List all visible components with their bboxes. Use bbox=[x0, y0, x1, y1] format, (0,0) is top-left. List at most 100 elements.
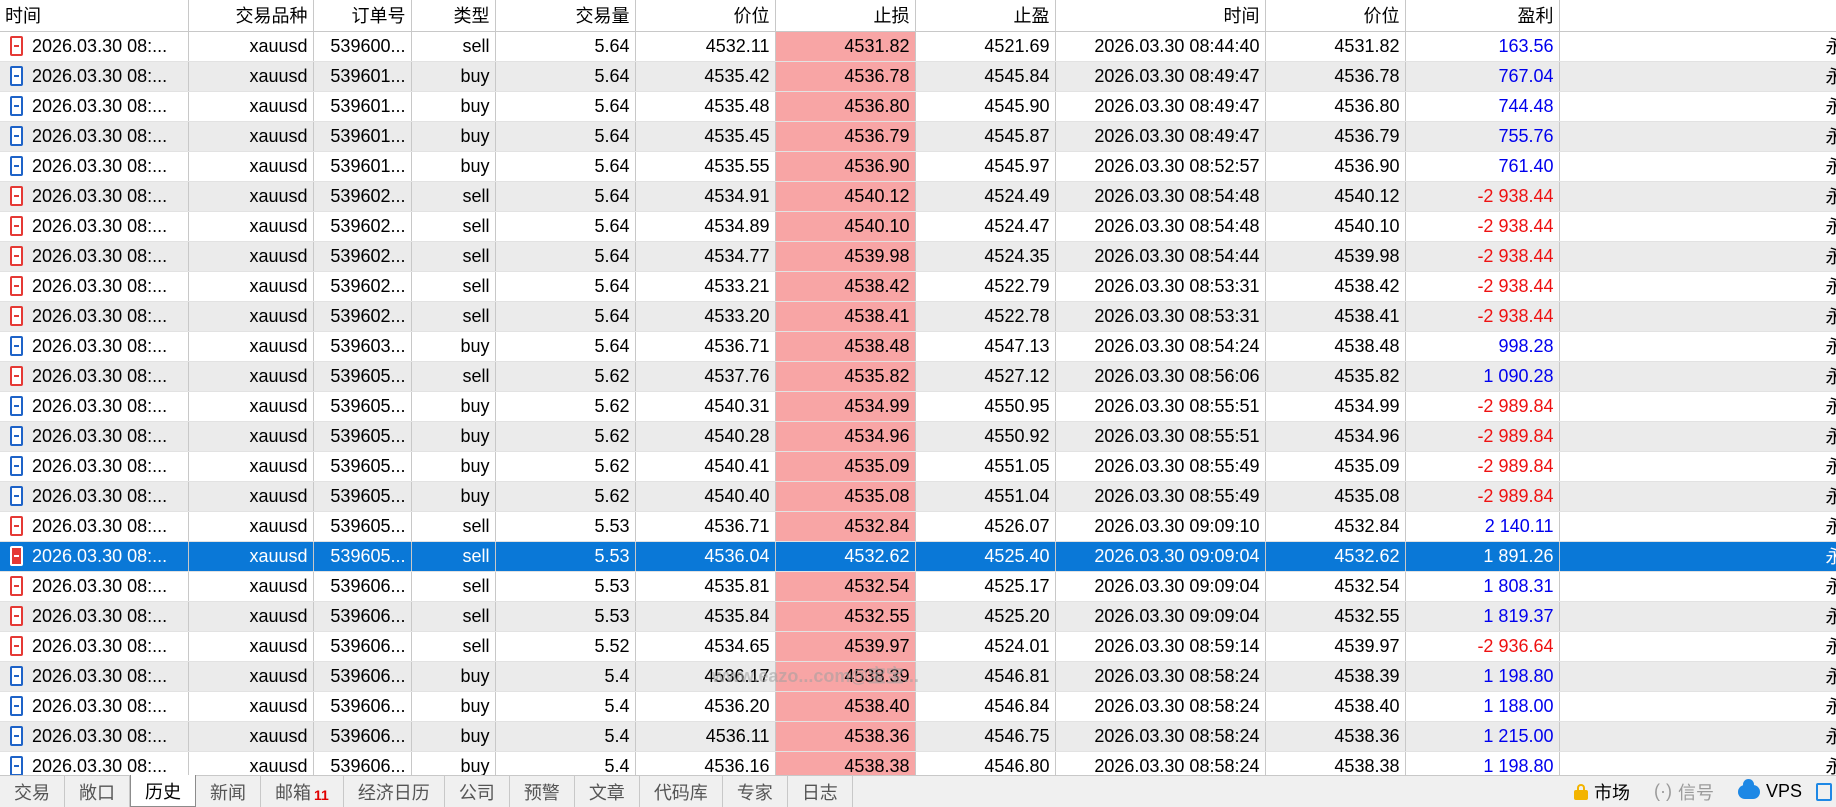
table-row[interactable]: 2026.03.30 08:... xauusd 539605... buy 5.62 4… bbox=[0, 391, 1836, 422]
symbol-text: xauusd bbox=[249, 635, 308, 656]
close-time-cell: 2026.03.30 09:09:04 bbox=[1055, 571, 1266, 602]
order-text: 539600... bbox=[330, 35, 406, 56]
close-time-text: 2026.03.30 08:49:47 bbox=[1094, 125, 1260, 146]
table-row[interactable]: 2026.03.30 08:... xauusd 539602... sell 5.64… bbox=[0, 271, 1836, 302]
table-row[interactable]: 2026.03.30 08:... xauusd 539602... sell 5.64… bbox=[0, 181, 1836, 212]
volume-cell: 5.53 bbox=[495, 511, 636, 542]
market-button[interactable]: 市场 bbox=[1564, 779, 1640, 805]
open-time-text: 2026.03.30 08:... bbox=[32, 395, 168, 416]
close-price-text: 4531.82 bbox=[1334, 35, 1400, 56]
col-header-close-price[interactable]: 价位 bbox=[1265, 0, 1406, 32]
col-header-symbol[interactable]: 交易品种 bbox=[188, 0, 314, 32]
order-text: 539602... bbox=[330, 215, 406, 236]
volume-cell: 5.4 bbox=[495, 721, 636, 752]
profit-text: 755.76 bbox=[1498, 125, 1554, 146]
comment-text: 永不爆仓高频刷单_M bbox=[1825, 607, 1836, 627]
tab-1[interactable]: 敞口 bbox=[65, 776, 130, 807]
comment-text: 永不爆仓高频刷单_M bbox=[1825, 637, 1836, 657]
tab-10[interactable]: 专家 bbox=[723, 776, 788, 807]
table-row[interactable]: 2026.03.30 08:... xauusd 539605... sell 5.53… bbox=[0, 541, 1836, 572]
table-row[interactable]: 2026.03.30 08:... xauusd 539601... buy 5.64 4… bbox=[0, 151, 1836, 182]
col-header-comment[interactable]: 注释 bbox=[1559, 0, 1836, 32]
table-row[interactable]: 2026.03.30 08:... xauusd 539601... buy 5.64 4… bbox=[0, 121, 1836, 152]
buy-order-icon bbox=[10, 485, 23, 506]
history-grid[interactable]: 时间 交易品种 订单号 类型 交易量 价位 止损 止盈 时间 价位 盈利 注释 … bbox=[0, 0, 1836, 775]
close-price-text: 4539.98 bbox=[1334, 245, 1400, 266]
volume-cell: 5.62 bbox=[495, 391, 636, 422]
comment-text: 永不爆仓高频刷单_M bbox=[1825, 667, 1836, 687]
col-header-profit[interactable]: 盈利 bbox=[1405, 0, 1560, 32]
buy-order-icon bbox=[10, 425, 23, 446]
chip-icon[interactable] bbox=[1816, 782, 1832, 801]
table-row[interactable]: 2026.03.30 08:... xauusd 539600... sell 5.64… bbox=[0, 31, 1836, 62]
table-row[interactable]: 2026.03.30 08:... xauusd 539603... buy 5.64 4… bbox=[0, 331, 1836, 362]
col-header-type[interactable]: 类型 bbox=[411, 0, 496, 32]
col-header-volume[interactable]: 交易量 bbox=[495, 0, 636, 32]
tab-2[interactable]: 历史 bbox=[130, 775, 196, 807]
comment-text: 永不爆仓高频刷单_M bbox=[1825, 37, 1836, 57]
order-cell: 539601... bbox=[313, 151, 412, 182]
table-row[interactable]: 2026.03.30 08:... xauusd 539605... buy 5.62 4… bbox=[0, 481, 1836, 512]
order-cell: 539601... bbox=[313, 91, 412, 122]
col-header-stop-loss[interactable]: 止损 bbox=[775, 0, 916, 32]
table-row[interactable]: 2026.03.30 08:... xauusd 539606... buy 5.4 45… bbox=[0, 691, 1836, 722]
price-text: 4536.17 bbox=[704, 665, 770, 686]
take-profit-cell: 4551.05 bbox=[915, 451, 1056, 482]
price-cell: 4536.20 bbox=[635, 691, 776, 722]
col-header-price[interactable]: 价位 bbox=[635, 0, 776, 32]
tab-0[interactable]: 交易 bbox=[0, 776, 65, 807]
comment-text: 永不爆仓高频刷单_M bbox=[1825, 157, 1836, 177]
tab-7[interactable]: 预警 bbox=[510, 776, 575, 807]
tab-6[interactable]: 公司 bbox=[445, 776, 510, 807]
signals-button[interactable]: (·) 信号 bbox=[1644, 779, 1724, 805]
col-header-take-profit[interactable]: 止盈 bbox=[915, 0, 1056, 32]
col-header-close-time[interactable]: 时间 bbox=[1055, 0, 1266, 32]
table-row[interactable]: 2026.03.30 08:... xauusd 539605... buy 5.62 4… bbox=[0, 451, 1836, 482]
table-row[interactable]: 2026.03.30 08:... xauusd 539606... sell 5.53… bbox=[0, 601, 1836, 632]
tab-5[interactable]: 经济日历 bbox=[344, 776, 445, 807]
tab-3[interactable]: 新闻 bbox=[196, 776, 261, 807]
table-row[interactable]: 2026.03.30 08:... xauusd 539606... sell 5.53… bbox=[0, 571, 1836, 602]
table-row[interactable]: 2026.03.30 08:... xauusd 539605... sell 5.62… bbox=[0, 361, 1836, 392]
table-row[interactable]: 2026.03.30 08:... xauusd 539605... sell 5.53… bbox=[0, 511, 1836, 542]
profit-cell: 1 090.28 bbox=[1405, 361, 1560, 392]
table-row[interactable]: 2026.03.30 08:... xauusd 539606... buy 5.4 45… bbox=[0, 721, 1836, 752]
price-text: 4536.71 bbox=[704, 335, 770, 356]
table-row[interactable]: 2026.03.30 08:... xauusd 539602... sell 5.64… bbox=[0, 241, 1836, 272]
take-profit-cell: 4524.47 bbox=[915, 211, 1056, 242]
table-row[interactable]: 2026.03.30 08:... xauusd 539601... buy 5.64 4… bbox=[0, 91, 1836, 122]
type-text: buy bbox=[460, 755, 490, 776]
table-row[interactable]: 2026.03.30 08:... xauusd 539601... buy 5.64 4… bbox=[0, 61, 1836, 92]
tab-9[interactable]: 代码库 bbox=[640, 776, 723, 807]
price-text: 4535.48 bbox=[704, 95, 770, 116]
tab-4[interactable]: 邮箱 11 bbox=[261, 776, 344, 807]
profit-cell: 2 140.11 bbox=[1405, 511, 1560, 542]
tab-8[interactable]: 文章 bbox=[575, 776, 640, 807]
close-time-cell: 2026.03.30 08:58:24 bbox=[1055, 661, 1266, 692]
col-header-order[interactable]: 订单号 bbox=[313, 0, 412, 32]
order-cell: 539605... bbox=[313, 481, 412, 512]
profit-text: 1 819.37 bbox=[1483, 605, 1554, 626]
open-time-text: 2026.03.30 08:... bbox=[32, 635, 168, 656]
order-text: 539605... bbox=[330, 485, 406, 506]
comment-cell: 永不爆仓高频刷单_M bbox=[1559, 451, 1836, 482]
table-row[interactable]: 2026.03.30 08:... xauusd 539606... sell 5.52… bbox=[0, 631, 1836, 662]
close-time-text: 2026.03.30 08:58:24 bbox=[1094, 695, 1260, 716]
volume-cell: 5.53 bbox=[495, 601, 636, 632]
table-row[interactable]: 2026.03.30 08:... xauusd 539606... buy 5.4 45… bbox=[0, 661, 1836, 692]
profit-cell: 761.40 bbox=[1405, 151, 1560, 182]
table-row[interactable]: 2026.03.30 08:... xauusd 539602... sell 5.64… bbox=[0, 211, 1836, 242]
order-cell: 539602... bbox=[313, 181, 412, 212]
vps-button[interactable]: VPS bbox=[1728, 778, 1812, 802]
table-row[interactable]: 2026.03.30 08:... xauusd 539605... buy 5.62 4… bbox=[0, 421, 1836, 452]
comment-text: 永不爆仓高频刷单_M bbox=[1825, 307, 1836, 327]
tab-11[interactable]: 日志 bbox=[788, 776, 853, 807]
col-header-open-time[interactable]: 时间 bbox=[0, 0, 189, 32]
comment-cell: 永不爆仓高频刷单_M bbox=[1559, 91, 1836, 122]
buy-order-icon bbox=[10, 95, 23, 116]
table-row[interactable]: 2026.03.30 08:... xauusd 539602... sell 5.64… bbox=[0, 301, 1836, 332]
close-time-text: 2026.03.30 09:09:10 bbox=[1094, 515, 1260, 536]
comment-text: 永不爆仓高频刷单_M bbox=[1825, 67, 1836, 87]
table-row[interactable]: 2026.03.30 08:... xauusd 539606... buy 5.4 45… bbox=[0, 751, 1836, 775]
profit-cell: 744.48 bbox=[1405, 91, 1560, 122]
